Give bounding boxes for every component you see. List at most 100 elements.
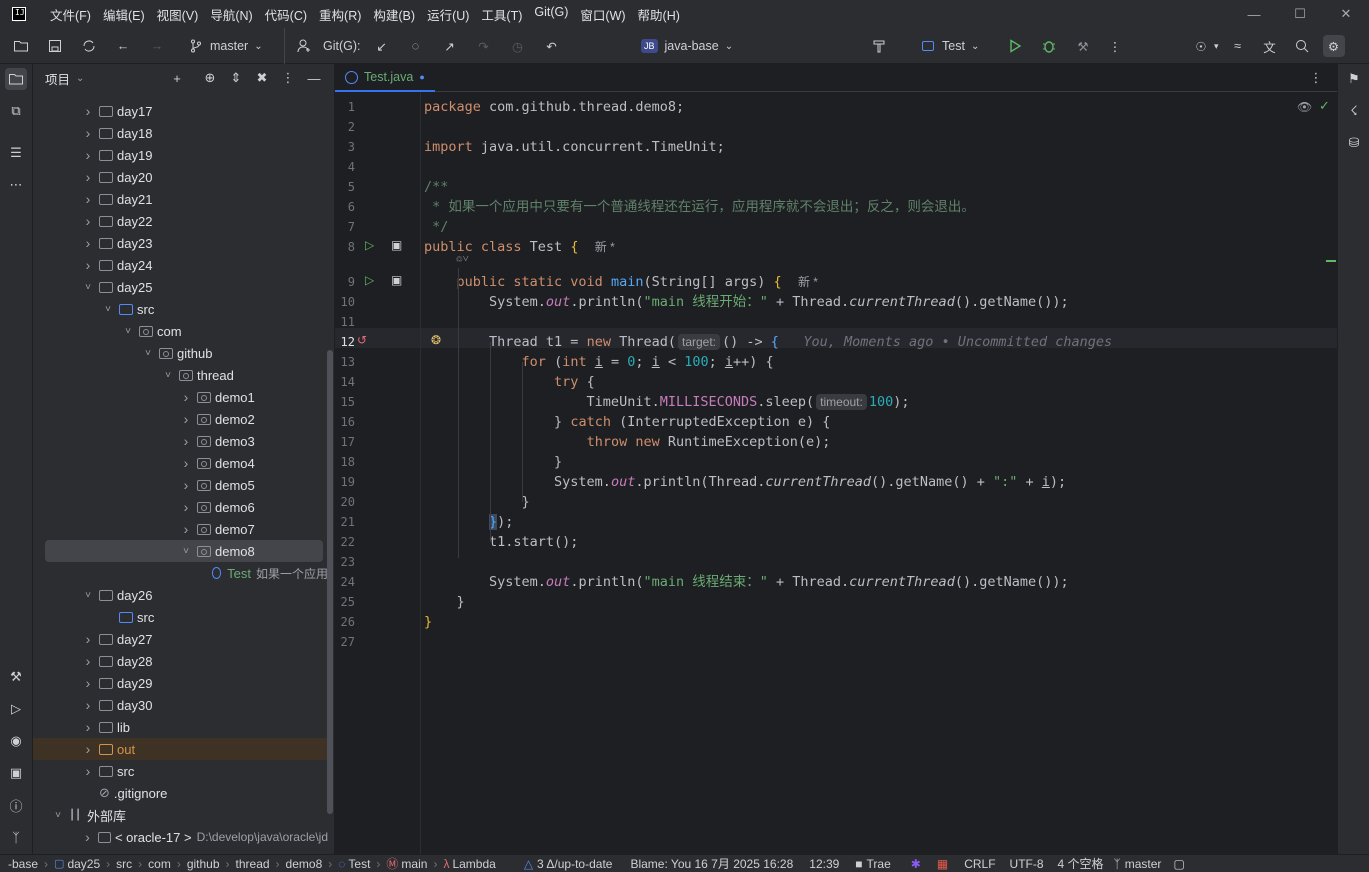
reader-mode-eye-icon[interactable]: 👁 [1297, 100, 1312, 114]
forward-arrow-icon[interactable]: → [146, 35, 168, 57]
save-icon[interactable] [44, 35, 66, 57]
debug-icon[interactable] [1038, 35, 1060, 57]
build-icon[interactable]: ⚒ [5, 666, 27, 688]
code-line[interactable]: } [424, 612, 432, 632]
project-selector[interactable]: JB java-base ⌄ [641, 28, 733, 64]
tree-row[interactable]: › demo7 [33, 518, 328, 540]
chevron-right-icon[interactable]: › [81, 697, 95, 713]
menu-item[interactable]: 导航(N) [210, 5, 252, 24]
vcs-status[interactable]: 3 Δ/up-to-date [537, 857, 612, 871]
tree-row[interactable]: › day24 [33, 254, 328, 276]
breadcrumb-item[interactable]: thread [236, 857, 270, 871]
chevron-down-icon[interactable]: ˅ [179, 546, 193, 557]
expand-all-icon[interactable]: ⇕ [225, 67, 247, 89]
tree-row[interactable]: › demo4 [33, 452, 328, 474]
tree-row[interactable]: › day20 [33, 166, 328, 188]
git-tool-icon[interactable]: ᛉ [5, 826, 27, 848]
tree-row[interactable]: › lib [33, 716, 328, 738]
chevron-down-icon[interactable]: ˅ [81, 282, 95, 293]
add-user-icon[interactable] [293, 35, 315, 57]
git-merge-icon[interactable]: ↷ [473, 35, 495, 57]
chevron-right-icon[interactable]: › [81, 675, 95, 691]
code-line[interactable]: }); [424, 512, 513, 532]
database-icon[interactable]: ⛁ [1343, 132, 1365, 154]
chevron-right-icon[interactable]: › [81, 125, 95, 141]
code-line[interactable]: System.out.println(Thread.currentThread(… [424, 472, 1066, 492]
breadcrumb-item[interactable]: demo8 [286, 857, 323, 871]
code-line[interactable]: for (int i = 0; i < 100; i++) { [424, 352, 774, 372]
tree-row[interactable]: › demo6 [33, 496, 328, 518]
tree-row[interactable]: › day28 [33, 650, 328, 672]
tree-row[interactable]: › out [33, 738, 328, 760]
code-line[interactable]: System.out.println("main 线程开始：" + Thread… [424, 292, 1069, 312]
build-hammer-icon[interactable] [868, 35, 890, 57]
code-line[interactable]: TimeUnit.MILLISECONDS.sleep(timeout: 100)… [424, 392, 910, 412]
code-line[interactable]: import java.util.concurrent.TimeUnit; [424, 137, 725, 157]
lock-icon[interactable]: ▢ [1173, 857, 1184, 871]
git-update-icon[interactable]: ↙ [371, 35, 393, 57]
chevron-right-icon[interactable]: › [81, 147, 95, 163]
tree-row[interactable]: › day23 [33, 232, 328, 254]
add-icon[interactable]: + [166, 67, 188, 89]
run-icon[interactable] [1004, 35, 1026, 57]
profile-hammer-icon[interactable]: ⚒ [1072, 35, 1094, 57]
code-line[interactable]: System.out.println("main 线程结束：" + Thread… [424, 572, 1069, 592]
breadcrumb-item[interactable]: github [187, 857, 220, 871]
tree-row[interactable]: ˅ day26 [33, 584, 328, 606]
run-gutter-icon[interactable]: ▷ [365, 273, 374, 287]
tree-row[interactable]: src [33, 606, 328, 628]
chevron-down-icon[interactable]: ˅ [101, 304, 115, 315]
tree-row[interactable]: ˅ github [33, 342, 328, 364]
code-line[interactable]: public class Test { 新 * [424, 237, 615, 257]
tree-row[interactable]: › src [33, 760, 328, 782]
thread-gutter-icon[interactable]: ↺ [357, 333, 367, 347]
tree-row[interactable]: › < oracle-17 > D:\develop\java\oracle\jd [33, 826, 328, 848]
code-line[interactable]: } [424, 492, 530, 512]
chevron-right-icon[interactable]: › [179, 433, 193, 449]
chevron-right-icon[interactable]: › [179, 455, 193, 471]
code-line[interactable]: } catch (InterruptedException e) { [424, 412, 830, 432]
chevron-down-icon[interactable]: ˅ [141, 348, 155, 359]
tree-row[interactable]: › demo5 [33, 474, 328, 496]
code-line[interactable]: } [424, 592, 465, 612]
code-line[interactable]: try { [424, 372, 595, 392]
code-line[interactable]: } [424, 452, 562, 472]
menu-item[interactable]: 帮助(H) [638, 5, 680, 24]
ai-chat-icon[interactable]: ☇ [1343, 100, 1365, 122]
chevron-down-icon[interactable]: ⌄ [76, 73, 84, 84]
chevron-right-icon[interactable]: › [81, 169, 95, 185]
chevron-right-icon[interactable]: › [81, 719, 95, 735]
chevron-right-icon[interactable]: › [81, 631, 95, 647]
menu-item[interactable]: 视图(V) [157, 5, 199, 24]
editor-scrollbar[interactable] [1327, 64, 1337, 854]
translate-icon[interactable]: 文 [1259, 35, 1281, 57]
tree-row[interactable]: ˅ ┃┃ 外部库 [33, 804, 328, 826]
structure-icon[interactable]: ☰ [5, 142, 27, 164]
tree-row[interactable]: › demo2 [33, 408, 328, 430]
locate-icon[interactable]: ⊕ [199, 67, 221, 89]
tree-row[interactable]: ˅ com [33, 320, 328, 342]
status-branch[interactable]: master [1125, 857, 1162, 871]
menu-item[interactable]: 重构(R) [319, 5, 361, 24]
commit-icon[interactable]: ⧉ [5, 100, 27, 122]
tree-row[interactable]: ˅ src [33, 298, 328, 320]
windows-icon[interactable]: ▦ [937, 857, 948, 871]
chevron-right-icon[interactable]: › [179, 389, 193, 405]
project-panel-title[interactable]: 项目 [45, 69, 70, 88]
code-line[interactable]: */ [424, 217, 448, 237]
notifications-bell-icon[interactable]: ⚑ [1343, 68, 1365, 90]
git-push-icon[interactable]: ↗ [439, 35, 461, 57]
intellij-logo-icon[interactable]: IJ — [12, 7, 26, 25]
terminal-icon[interactable]: ▣ [5, 762, 27, 784]
chevron-down-icon[interactable]: ˅ [81, 590, 95, 601]
sync-icon[interactable] [78, 35, 100, 57]
more-vertical-icon[interactable]: ⋮ [1305, 67, 1327, 89]
branch-selector[interactable]: master ⌄ [188, 28, 263, 64]
more-vertical-icon[interactable]: ⋮ [1104, 35, 1126, 57]
ai-assistant-icon[interactable]: ☉ [1190, 35, 1212, 57]
collapse-all-icon[interactable]: ✖ [251, 67, 273, 89]
stop-gutter-icon[interactable]: ▣ [391, 273, 402, 287]
code-line[interactable]: public static void main(String[] args) {… [424, 272, 818, 292]
chevron-down-icon[interactable]: ˅ [121, 326, 135, 337]
breadcrumb-item[interactable]: Test [348, 857, 370, 871]
